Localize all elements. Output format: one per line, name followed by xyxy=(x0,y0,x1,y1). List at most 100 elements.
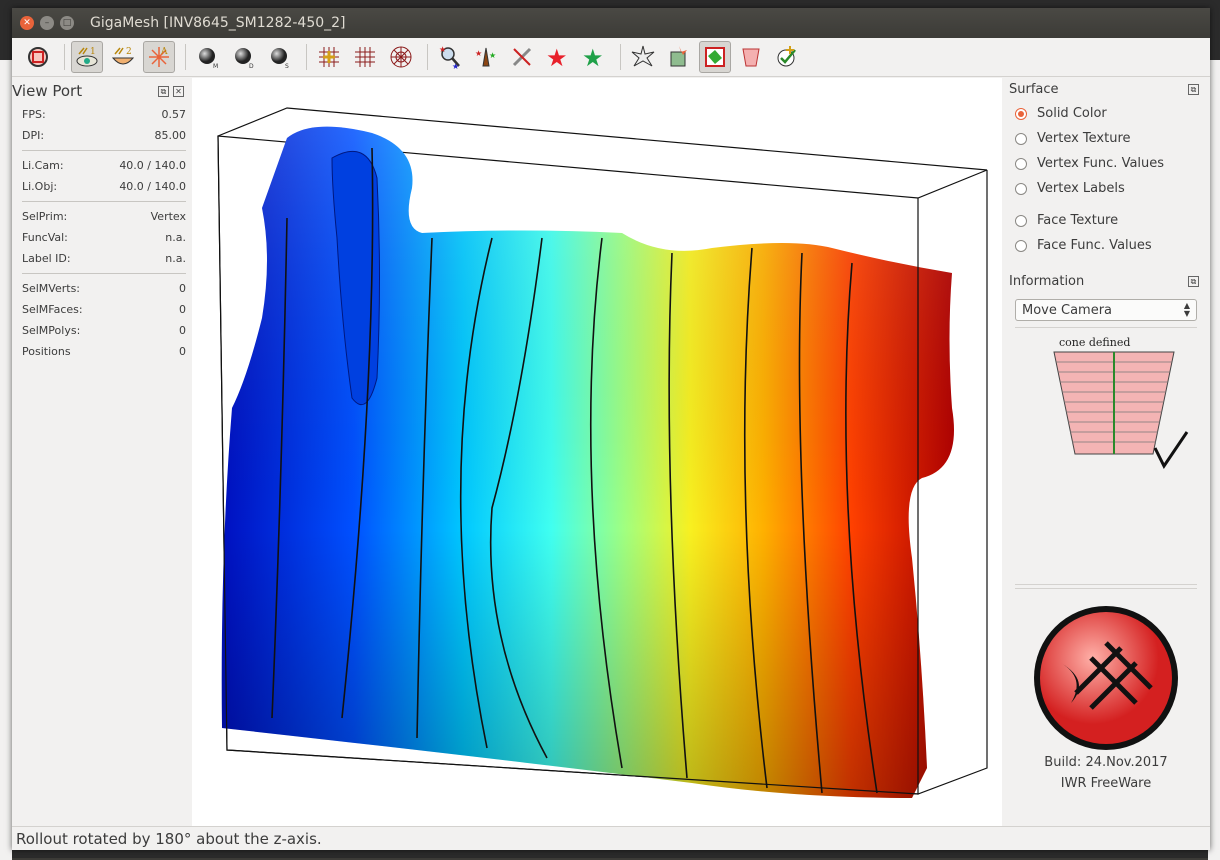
toolbar-separator xyxy=(306,44,307,70)
radio-button-icon[interactable] xyxy=(1015,107,1027,120)
stat-value: 0 xyxy=(179,282,186,295)
mode-select-value: Move Camera xyxy=(1022,302,1113,318)
float-dock-icon[interactable]: ⧉ xyxy=(1188,84,1199,95)
check-plus-button[interactable] xyxy=(771,41,803,73)
stat-value: 0.57 xyxy=(161,108,187,121)
radio-button-icon[interactable] xyxy=(1015,214,1027,227)
camera-target-icon xyxy=(28,47,48,67)
pen-cross-button[interactable] xyxy=(506,41,538,73)
stat-row: Positions 0 xyxy=(12,341,190,362)
stat-label: SelMPolys: xyxy=(22,324,81,337)
magnify-stars-icon: ★★ xyxy=(439,45,460,70)
float-dock-icon[interactable]: ⧉ xyxy=(1188,276,1199,287)
information-title: Information xyxy=(1009,274,1085,289)
radio-button-icon[interactable] xyxy=(1015,239,1027,252)
burst-button[interactable] xyxy=(627,41,659,73)
radio-button-icon[interactable] xyxy=(1015,132,1027,145)
logo-area xyxy=(1007,603,1205,753)
stat-label: Label ID: xyxy=(22,252,71,265)
bowl-2-button[interactable]: 2 xyxy=(107,41,139,73)
cup-button[interactable] xyxy=(735,41,767,73)
stat-row: SelPrim: Vertex xyxy=(12,206,190,227)
radio-face-texture[interactable]: Face Texture xyxy=(1007,208,1205,233)
divider xyxy=(22,150,186,151)
stat-label: FPS: xyxy=(22,108,46,121)
gigamesh-logo-icon xyxy=(1034,606,1178,750)
star-a-button[interactable]: A xyxy=(143,41,175,73)
radio-face-func-values[interactable]: Face Func. Values xyxy=(1007,233,1205,258)
radio-label: Vertex Labels xyxy=(1037,181,1125,196)
radio-label: Face Texture xyxy=(1037,213,1119,228)
stat-label: SelMVerts: xyxy=(22,282,81,295)
radio-vertex-texture[interactable]: Vertex Texture xyxy=(1007,126,1205,151)
radio-button-icon[interactable] xyxy=(1015,182,1027,195)
polar-grid-button[interactable] xyxy=(385,41,417,73)
eye-1-button[interactable]: 1 xyxy=(71,41,103,73)
radio-button-icon[interactable] xyxy=(1015,157,1027,170)
radio-vertex-labels[interactable]: Vertex Labels xyxy=(1007,176,1205,201)
surface-dock-header: Surface ⧉ xyxy=(1007,76,1205,101)
stat-row: DPI: 85.00 xyxy=(12,125,190,146)
stat-value: n.a. xyxy=(165,252,186,265)
svg-text:★: ★ xyxy=(489,51,496,60)
divider xyxy=(1015,584,1197,589)
camera-target-button[interactable] xyxy=(22,41,54,73)
red-star-button[interactable]: ★ xyxy=(542,41,574,73)
maximize-window-button[interactable]: □ xyxy=(60,16,74,30)
cube-burst-button[interactable] xyxy=(663,41,695,73)
mesh-rollout-render[interactable] xyxy=(192,78,1002,826)
svg-text:★: ★ xyxy=(475,49,482,58)
stat-value: 0 xyxy=(179,303,186,316)
stat-row: FPS: 0.57 xyxy=(12,104,190,125)
sphere-d-button[interactable]: D xyxy=(228,41,260,73)
mode-select[interactable]: Move Camera ▲ ▼ xyxy=(1015,299,1197,321)
radio-vertex-func-values[interactable]: Vertex Func. Values xyxy=(1007,151,1205,176)
sphere-m-icon: M xyxy=(199,48,218,70)
background-editor-left xyxy=(0,60,12,860)
3d-viewport[interactable] xyxy=(192,78,1002,826)
toolbar-separator xyxy=(64,44,65,70)
stat-row: SelMPolys: 0 xyxy=(12,320,190,341)
radio-solid-color[interactable]: Solid Color xyxy=(1007,101,1205,126)
grid-plus-button[interactable] xyxy=(313,41,345,73)
svg-text:★: ★ xyxy=(546,44,568,70)
svg-text:★: ★ xyxy=(582,44,604,70)
close-window-button[interactable]: ✕ xyxy=(20,16,34,30)
stat-label: Positions xyxy=(22,345,71,358)
cup-icon xyxy=(742,48,760,67)
close-dock-icon[interactable]: ✕ xyxy=(173,85,184,97)
sphere-m-button[interactable]: M xyxy=(192,41,224,73)
magnify-stars-button[interactable]: ★ ★ xyxy=(434,41,466,73)
radio-label: Solid Color xyxy=(1037,106,1107,121)
window-title: GigaMesh [INV8645_SM1282-450_2] xyxy=(90,15,346,31)
title-bar: ✕ – □ GigaMesh [INV8645_SM1282-450_2] xyxy=(12,8,1210,38)
viewport-dock-title: View Port xyxy=(12,82,83,100)
stat-label: FuncVal: xyxy=(22,231,68,244)
float-dock-icon[interactable]: ⧉ xyxy=(158,85,169,97)
main-toolbar: 1 2 A M D S ★ ★ ★ ★ ★ ★ xyxy=(12,38,1210,77)
mesh-shading xyxy=(221,126,954,799)
stat-value: n.a. xyxy=(165,231,186,244)
stat-value: Vertex xyxy=(150,210,186,223)
cone-preview: cone defined xyxy=(1007,328,1205,488)
grid-plus-icon xyxy=(319,47,339,67)
sphere-s-button[interactable]: S xyxy=(264,41,296,73)
mesh-face-icon xyxy=(705,47,725,67)
green-star-button[interactable]: ★ xyxy=(578,41,610,73)
mesh-face-button[interactable] xyxy=(699,41,731,73)
viewport-dock-header: View Port ⧉ ✕ xyxy=(12,76,190,104)
right-dock: Surface ⧉ Solid Color Vertex Texture Ver… xyxy=(1007,76,1205,826)
stat-row: Label ID: n.a. xyxy=(12,248,190,269)
minimize-window-button[interactable]: – xyxy=(40,16,54,30)
figure-stars-button[interactable]: ★ ★ xyxy=(470,41,502,73)
stat-value: 0 xyxy=(179,345,186,358)
viewport-dock: View Port ⧉ ✕ FPS: 0.57 DPI: 85.00 Li.Cam:… xyxy=(12,76,190,826)
star-a-icon: A xyxy=(149,47,169,67)
stat-value: 85.00 xyxy=(154,129,187,142)
stat-row: Li.Cam: 40.0 / 140.0 xyxy=(12,155,190,176)
stat-label: Li.Cam: xyxy=(22,159,64,172)
grid-button[interactable] xyxy=(349,41,381,73)
red-star-icon: ★ xyxy=(546,44,568,70)
grid-icon xyxy=(355,47,375,67)
stat-value: 40.0 / 140.0 xyxy=(119,159,186,172)
